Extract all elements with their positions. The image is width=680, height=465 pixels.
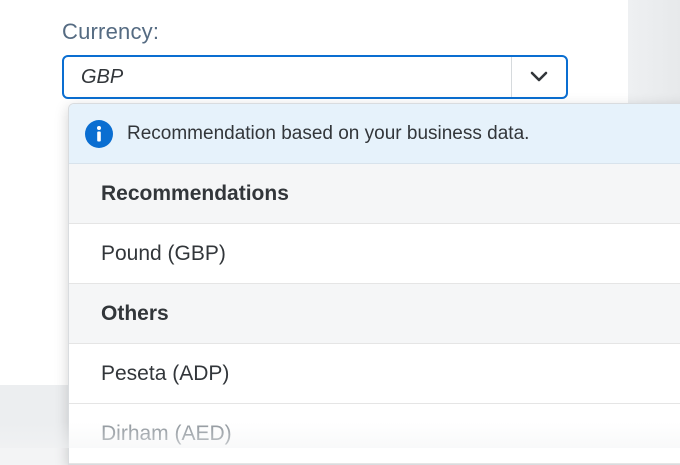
recommendation-info-text: Recommendation based on your business da… [127, 122, 530, 144]
currency-dropdown-button[interactable] [511, 57, 566, 97]
chevron-down-icon [530, 71, 548, 82]
group-header-recommendations: Recommendations [69, 164, 680, 224]
recommendation-info-strip: Recommendation based on your business da… [69, 104, 680, 164]
currency-suggestions-popover: Recommendation based on your business da… [68, 103, 680, 465]
group-header-others: Others [69, 284, 680, 344]
currency-input[interactable] [64, 57, 511, 97]
list-item-peseta-adp[interactable]: Peseta (ADP) [69, 344, 680, 404]
currency-combobox[interactable] [62, 55, 568, 99]
list-item-dirham-aed[interactable]: Dirham (AED) [69, 404, 680, 464]
info-icon [85, 119, 113, 148]
currency-label: Currency: [62, 19, 160, 44]
list-item-pound-gbp[interactable]: Pound (GBP) [69, 224, 680, 284]
